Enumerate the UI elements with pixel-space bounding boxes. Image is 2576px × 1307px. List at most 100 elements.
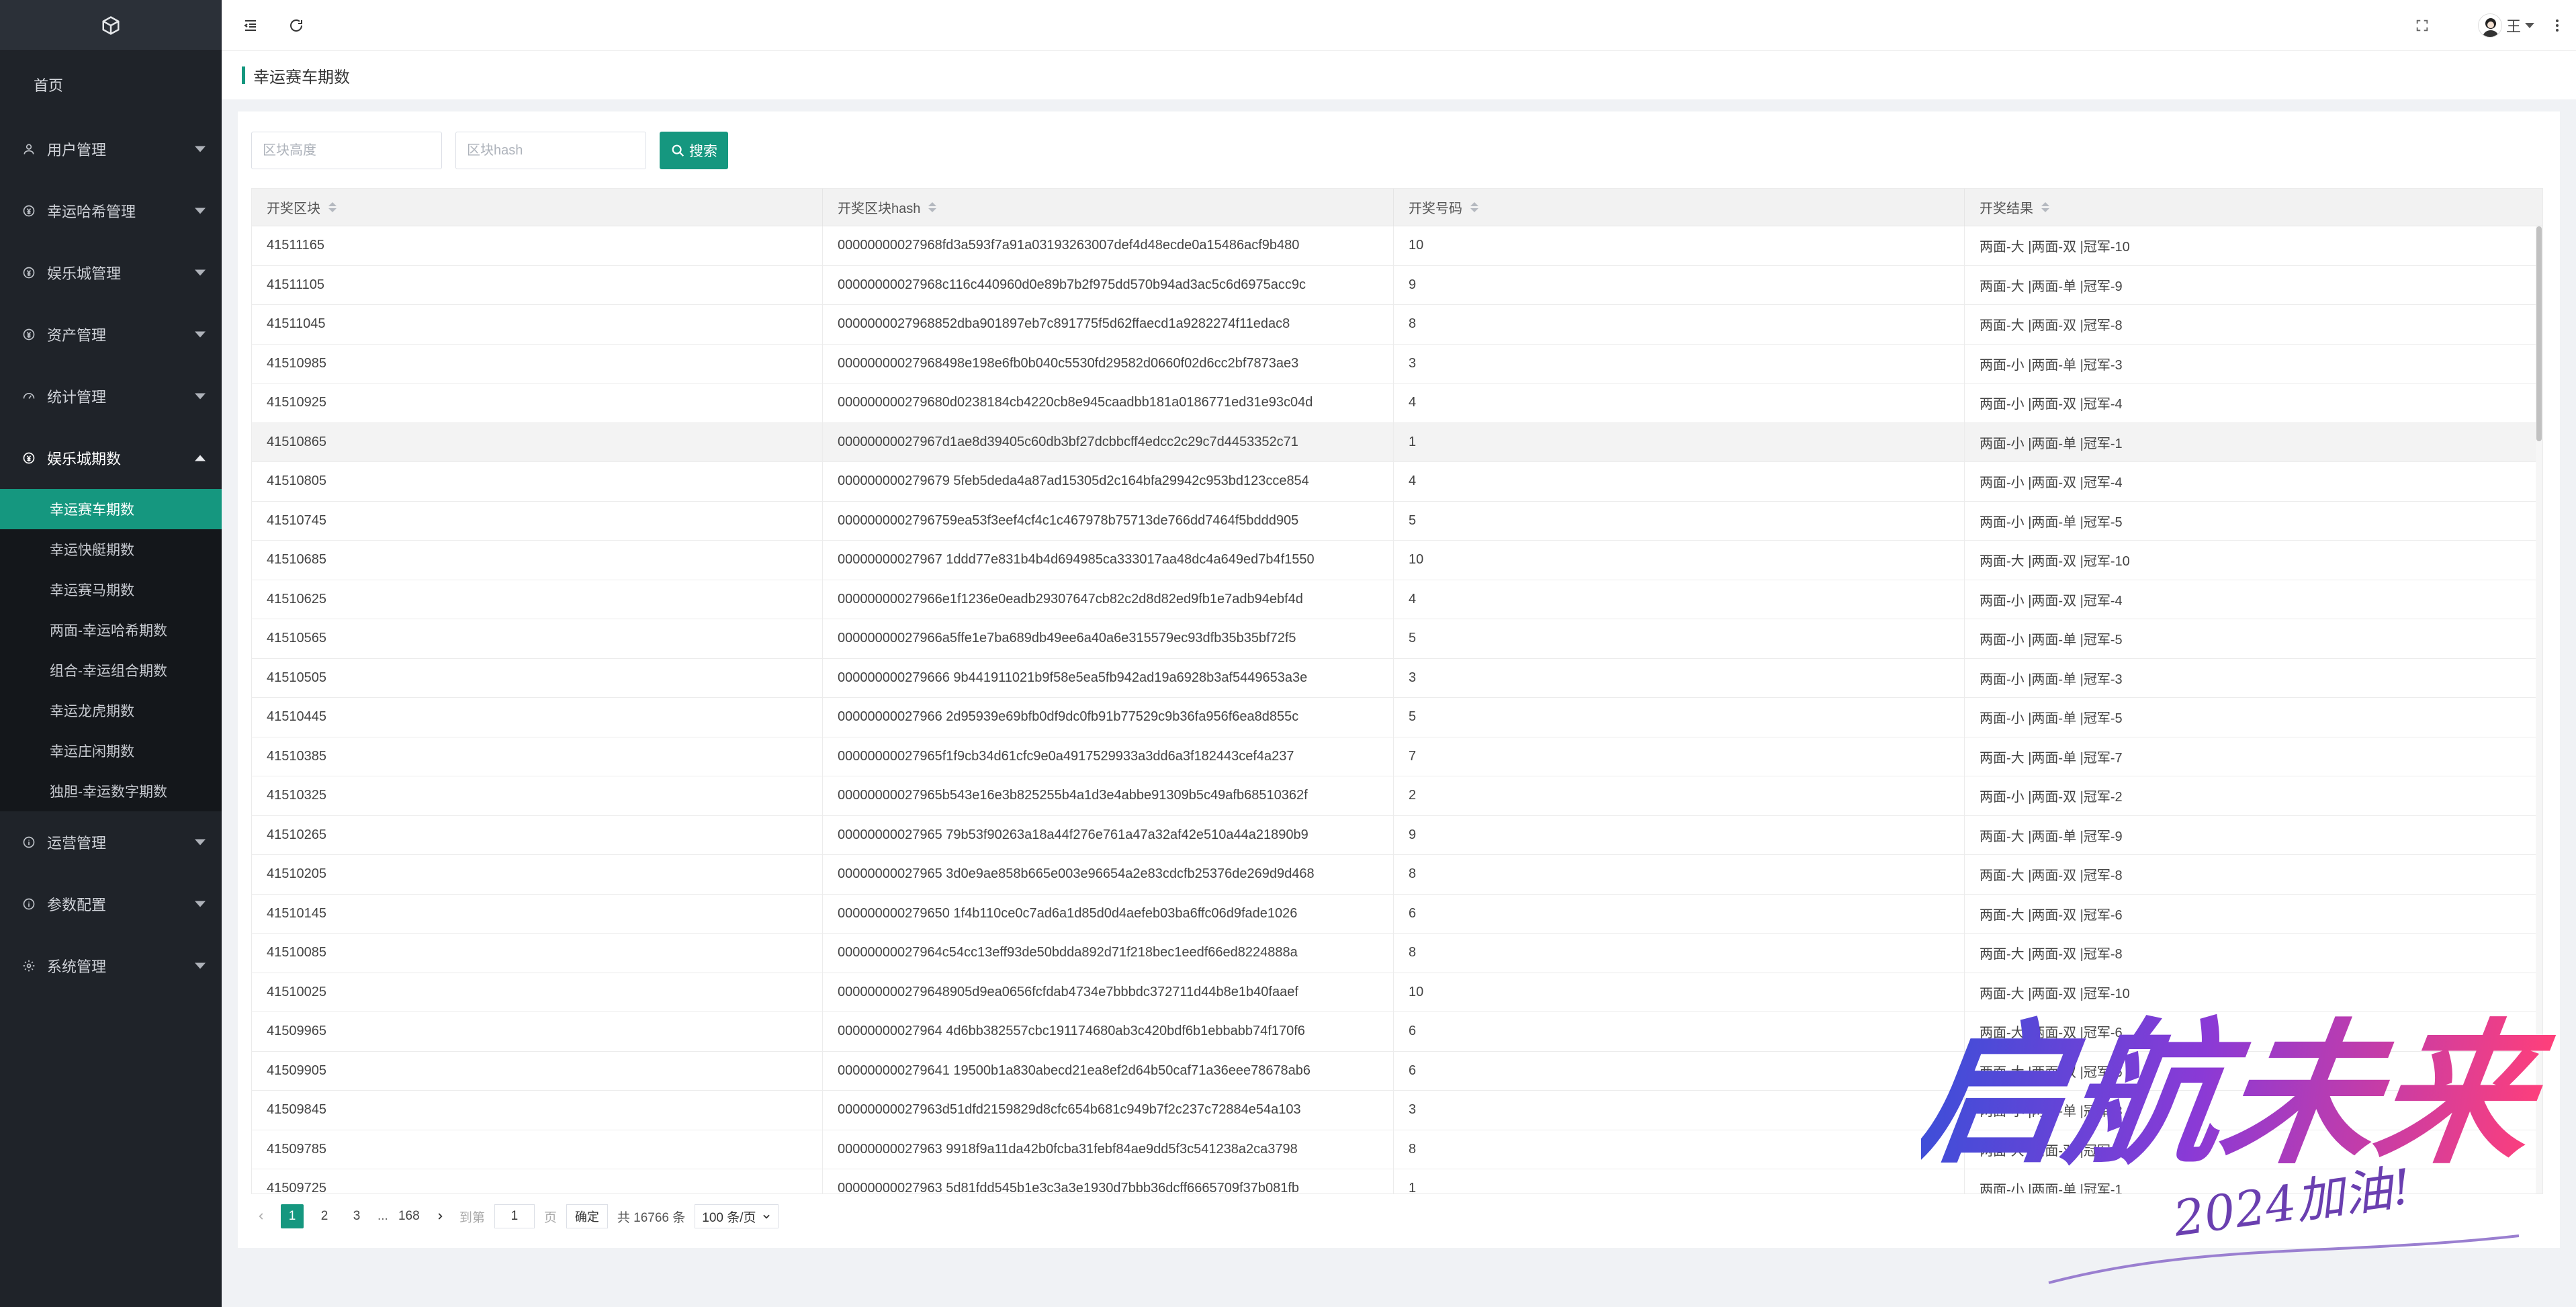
cell-hash: 000000000279650 1f4b110ce0c7ad6a1d85d0d4…	[823, 894, 1394, 933]
sidebar-subitem-baccarat[interactable]: 幸运庄闲期数	[0, 731, 222, 771]
block-height-input[interactable]	[251, 132, 442, 169]
page-1[interactable]: 1	[281, 1204, 304, 1228]
app-logo[interactable]	[0, 0, 222, 51]
sidebar-nav: 首页 用户管理 幸运哈希管理 娱乐城管理 资产管理 统计管理 娱乐城期数 幸运赛…	[0, 51, 222, 997]
table-row[interactable]: 41510025 000000000279648905d9ea0656fcfdab…	[252, 973, 2542, 1012]
column-header-number[interactable]: 开奖号码	[1394, 189, 1965, 226]
chevron-down-icon	[762, 1214, 770, 1219]
sidebar-item-lucky-hash[interactable]: 幸运哈希管理	[0, 180, 222, 242]
cell-result: 两面-小 |两面-单 |冠军-5	[1980, 633, 2123, 648]
table-row[interactable]: 41510385 00000000027965f1f9cb34d61cfc9e0a…	[252, 737, 2542, 776]
sidebar-item-casino-periods[interactable]: 娱乐城期数	[0, 427, 222, 489]
sidebar-subitem-two-sides-hash[interactable]: 两面-幸运哈希期数	[0, 610, 222, 650]
sidebar-item-statistics[interactable]: 统计管理	[0, 365, 222, 427]
table-scrollbar[interactable]	[2536, 226, 2542, 1193]
table-row[interactable]: 41509965 00000000027964 4d6bb382557cbc191…	[252, 1012, 2542, 1052]
scrollbar-thumb[interactable]	[2536, 226, 2542, 441]
sidebar-item-system[interactable]: 系统管理	[0, 935, 222, 997]
table-row[interactable]: 41511045 0000000027968852dba901897eb7c891…	[252, 305, 2542, 345]
cell-number: 9	[1394, 265, 1965, 304]
cell-block: 41510925	[252, 384, 823, 422]
collapse-menu-button[interactable]	[238, 13, 263, 38]
sidebar-item-user-management[interactable]: 用户管理	[0, 118, 222, 180]
cell-result: 两面-大 |两面-单 |冠军-9	[1980, 829, 2123, 844]
cell-hash: 000000000279641 19500b1a830abecd21ea8ef2…	[823, 1051, 1394, 1090]
sidebar-subitem-speedboat[interactable]: 幸运快艇期数	[0, 529, 222, 570]
table-row[interactable]: 41510205 00000000027965 3d0e9ae858b665e00…	[252, 855, 2542, 895]
page-ellipsis[interactable]: ...	[377, 1209, 388, 1224]
page-size-select[interactable]: 100 条/页	[695, 1204, 779, 1228]
sidebar-subitem-dragon-tiger[interactable]: 幸运龙虎期数	[0, 690, 222, 731]
cell-block: 41510685	[252, 541, 823, 580]
cell-block: 41510205	[252, 855, 823, 894]
sidebar-subitem-horse[interactable]: 幸运赛马期数	[0, 570, 222, 610]
table-row[interactable]: 41510625 00000000027966e1f1236e0eadb29307…	[252, 580, 2542, 619]
sidebar-item-params[interactable]: 参数配置	[0, 873, 222, 935]
table-row[interactable]: 41510985 00000000027968498e198e6fb0b040c5…	[252, 344, 2542, 384]
goto-page-input[interactable]	[494, 1204, 535, 1228]
table-row[interactable]: 41510565 00000000027966a5ffe1e7ba689db49e…	[252, 619, 2542, 659]
table-row[interactable]: 41510925 000000000279680d0238184cb4220cb8…	[252, 384, 2542, 423]
table-row[interactable]: 41511105 00000000027968c116c440960d0e89b7…	[252, 265, 2542, 305]
cell-block: 41509965	[252, 1012, 823, 1051]
sidebar-subitem-racing[interactable]: 幸运赛车期数	[0, 489, 222, 529]
sidebar-subitem-lucky-number[interactable]: 独胆-幸运数字期数	[0, 771, 222, 811]
cell-number: 8	[1394, 305, 1965, 344]
cell-block: 41510145	[252, 894, 823, 933]
chevron-left-icon	[259, 1213, 263, 1220]
column-header-block[interactable]: 开奖区块	[252, 189, 823, 226]
sidebar-item-operations[interactable]: 运营管理	[0, 811, 222, 873]
sidebar-subitem-combo[interactable]: 组合-幸运组合期数	[0, 650, 222, 690]
search-button[interactable]: 搜索	[660, 132, 728, 169]
topbar: 王	[222, 0, 2576, 51]
table-row[interactable]: 41510445 00000000027966 2d95939e69bfb0df9…	[252, 698, 2542, 737]
table-row[interactable]: 41509785 00000000027963 9918f9a11da42b0fc…	[252, 1130, 2542, 1169]
search-button-label: 搜索	[689, 144, 717, 159]
sidebar-item-asset-management[interactable]: 资产管理	[0, 304, 222, 365]
table-row[interactable]: 41510085 00000000027964c54cc13eff93de50bd…	[252, 934, 2542, 973]
column-header-hash[interactable]: 开奖区块hash	[823, 189, 1394, 226]
cell-result: 两面-大 |两面-双 |冠军-8	[1980, 947, 2123, 962]
table-row[interactable]: 41510745 0000000002796759ea53f3eef4cf4c1c…	[252, 501, 2542, 541]
cell-block: 41509845	[252, 1091, 823, 1130]
table-row[interactable]: 41509725 00000000027963 5d81fdd545b1e3c3a…	[252, 1169, 2542, 1193]
sidebar-item-label: 首页	[34, 77, 64, 94]
fullscreen-button[interactable]	[2409, 13, 2435, 38]
next-page-button[interactable]	[430, 1206, 450, 1226]
column-header-result[interactable]: 开奖结果	[1965, 189, 2542, 226]
table-row[interactable]: 41510265 00000000027965 79b53f90263a18a44…	[252, 815, 2542, 855]
table-row[interactable]: 41510505 000000000279666 9b441911021b9f58…	[252, 658, 2542, 698]
table-row[interactable]: 41509905 000000000279641 19500b1a830abecd…	[252, 1051, 2542, 1091]
table-row[interactable]: 41510325 00000000027965b543e16e3b825255b4…	[252, 776, 2542, 816]
cell-number: 6	[1394, 1012, 1965, 1051]
goto-confirm-button[interactable]: 确定	[566, 1204, 608, 1228]
table-row[interactable]: 41510145 000000000279650 1f4b110ce0c7ad6a…	[252, 894, 2542, 934]
table-row[interactable]: 41510685 00000000027967 1ddd77e831b4b4d69…	[252, 541, 2542, 580]
block-hash-input[interactable]	[455, 132, 646, 169]
table-row[interactable]: 41510865 00000000027967d1ae8d39405c60db3b…	[252, 422, 2542, 462]
user-menu[interactable]: 王	[2477, 13, 2534, 38]
page-2[interactable]: 2	[313, 1204, 336, 1228]
refresh-button[interactable]	[283, 13, 309, 38]
cell-block: 41510505	[252, 658, 823, 697]
cell-hash: 00000000027965 3d0e9ae858b665e003e96654a…	[823, 855, 1394, 894]
table-row[interactable]: 41509845 00000000027963d51dfd2159829d8cfc…	[252, 1091, 2542, 1130]
more-button[interactable]	[2550, 13, 2564, 38]
prev-page-button[interactable]	[251, 1206, 271, 1226]
cell-hash: 000000000279648905d9ea0656fcfdab4734e7bb…	[823, 973, 1394, 1011]
sidebar-item-home[interactable]: 首页	[0, 51, 222, 118]
menu-fold-icon	[244, 19, 256, 31]
sidebar-subitem-label: 幸运龙虎期数	[50, 704, 134, 719]
sidebar-item-casino-management[interactable]: 娱乐城管理	[0, 242, 222, 304]
table-row[interactable]: 41510805 000000000279679 5feb5deda4a87ad1…	[252, 462, 2542, 502]
table-body: 41511165 00000000027968fd3a593f7a91a03193…	[252, 226, 2542, 1193]
page-last[interactable]: 168	[398, 1204, 420, 1228]
cell-number: 6	[1394, 894, 1965, 933]
page-3[interactable]: 3	[345, 1204, 368, 1228]
sidebar-item-label: 运营管理	[47, 835, 107, 852]
cell-hash: 00000000027967d1ae8d39405c60db3bf27dcbbc…	[823, 422, 1394, 461]
table-row[interactable]: 41511165 00000000027968fd3a593f7a91a03193…	[252, 226, 2542, 266]
cell-number: 2	[1394, 776, 1965, 815]
sidebar-item-label: 统计管理	[47, 389, 107, 406]
cell-result: 两面-小 |两面-双 |冠军-4	[1980, 397, 2123, 412]
